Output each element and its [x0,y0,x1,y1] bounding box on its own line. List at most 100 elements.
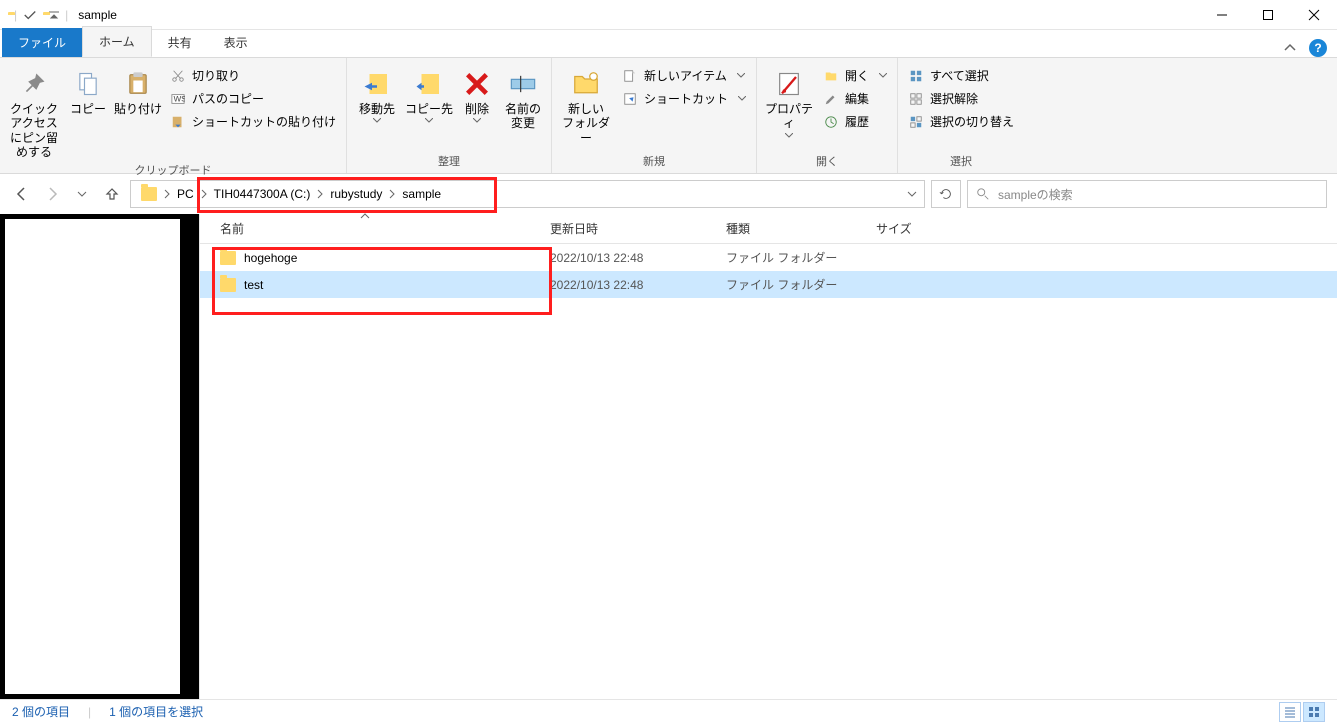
pin-icon [18,68,50,100]
move-icon [361,68,393,100]
item-name: hogehoge [244,251,297,265]
item-type: ファイル フォルダー [726,276,876,293]
copy-icon [72,68,104,100]
column-name[interactable]: 名前 [220,220,550,237]
breadcrumb-drive[interactable]: TIH0447300A (C:) [208,187,317,201]
ribbon-group-new: 新しい フォルダー 新しいアイテム ショートカット 新規 [552,58,757,173]
chevron-right-icon[interactable] [388,189,396,199]
tab-file[interactable]: ファイル [2,28,82,57]
pin-to-quick-access-button[interactable]: クイック アクセス にピン留めする [6,62,62,160]
tab-view[interactable]: 表示 [208,28,264,57]
title-bar: | | sample [0,0,1337,30]
list-item[interactable]: hogehoge 2022/10/13 22:48 ファイル フォルダー [200,244,1337,271]
ribbon-tabs: ファイル ホーム 共有 表示 ? [0,30,1337,58]
search-input[interactable]: sampleの検索 [967,180,1327,208]
refresh-button[interactable] [931,180,961,208]
search-placeholder: sampleの検索 [998,186,1073,203]
ribbon-group-organize: 移動先 コピー先 削除 名前の 変更 整理 [347,58,552,173]
path-icon: ws [170,91,186,107]
help-button[interactable]: ? [1309,39,1327,57]
tab-share[interactable]: 共有 [152,28,208,57]
group-label-new: 新規 [558,151,750,173]
folder-icon [220,278,236,292]
copy-to-icon [413,68,445,100]
minimize-button[interactable] [1199,0,1245,30]
select-all-button[interactable]: すべて選択 [904,66,1018,85]
paste-icon [122,68,154,100]
new-shortcut-button[interactable]: ショートカット [618,89,750,108]
delete-x-icon [461,68,493,100]
address-bar[interactable]: PC TIH0447300A (C:) rubystudy sample [130,180,925,208]
checkmark-icon[interactable] [23,8,37,22]
chevron-right-icon[interactable] [316,189,324,199]
chevron-right-icon[interactable] [163,189,171,199]
navigation-bar: PC TIH0447300A (C:) rubystudy sample sam… [0,174,1337,214]
sort-indicator-icon [360,212,370,220]
properties-button[interactable]: プロパティ [763,62,815,138]
new-folder-icon [570,68,602,100]
chevron-right-icon[interactable] [200,189,208,199]
back-button[interactable] [10,182,34,206]
history-button[interactable]: 履歴 [819,112,891,131]
copy-button[interactable]: コピー [66,62,110,116]
item-modified: 2022/10/13 22:48 [550,251,726,265]
open-button[interactable]: 開く [819,66,891,85]
address-history-dropdown[interactable] [900,189,924,199]
scissors-icon [170,68,186,84]
new-folder-button[interactable]: 新しい フォルダー [558,62,614,145]
invert-selection-button[interactable]: 選択の切り替え [904,112,1018,131]
list-item[interactable]: test 2022/10/13 22:48 ファイル フォルダー [200,271,1337,298]
close-button[interactable] [1291,0,1337,30]
paste-button[interactable]: 貼り付け [114,62,162,116]
maximize-button[interactable] [1245,0,1291,30]
tab-home[interactable]: ホーム [82,26,152,57]
folder-icon [220,251,236,265]
select-none-icon [908,91,924,107]
rename-button[interactable]: 名前の 変更 [501,62,545,131]
status-selected-count: 1 個の項目を選択 [109,703,203,720]
forward-button[interactable] [40,182,64,206]
shortcut-icon [622,91,638,107]
copy-path-button[interactable]: wsパスのコピー [166,89,340,108]
column-headers[interactable]: 名前 更新日時 種類 サイズ [200,214,1337,244]
chevron-up-icon[interactable] [1283,41,1297,55]
copy-label: コピー [70,102,106,116]
status-bar: 2 個の項目 | 1 個の項目を選択 [0,699,1337,723]
file-list[interactable]: 名前 更新日時 種類 サイズ hogehoge 2022/10/13 22:48… [200,214,1337,699]
thumbnails-view-button[interactable] [1303,702,1325,722]
item-type: ファイル フォルダー [726,249,876,266]
recent-dropdown[interactable] [70,182,94,206]
up-button[interactable] [100,182,124,206]
item-modified: 2022/10/13 22:48 [550,278,726,292]
select-none-button[interactable]: 選択解除 [904,89,1018,108]
breadcrumb-pc[interactable]: PC [171,187,200,201]
edit-button[interactable]: 編集 [819,89,891,108]
copy-to-button[interactable]: コピー先 [405,62,453,123]
new-item-button[interactable]: 新しいアイテム [618,66,750,85]
status-item-count: 2 個の項目 [12,703,70,720]
dropdown-icon[interactable] [49,10,59,20]
breadcrumb-folder2[interactable]: sample [396,187,447,201]
paste-label: 貼り付け [114,102,162,116]
delete-button[interactable]: 削除 [457,62,497,123]
open-icon [823,68,839,84]
column-size[interactable]: サイズ [876,220,976,237]
select-all-icon [908,68,924,84]
folder-icon [135,187,163,201]
item-name: test [244,278,263,292]
details-view-button[interactable] [1279,702,1301,722]
search-icon [976,187,990,201]
paste-shortcut-button[interactable]: ショートカットの貼り付け [166,112,340,131]
content-area: 名前 更新日時 種類 サイズ hogehoge 2022/10/13 22:48… [0,214,1337,699]
new-item-icon [622,68,638,84]
group-label-clipboard: クリップボード [6,160,340,182]
cut-button[interactable]: 切り取り [166,66,340,85]
column-modified[interactable]: 更新日時 [550,220,726,237]
move-to-button[interactable]: 移動先 [353,62,401,123]
breadcrumb-folder1[interactable]: rubystudy [324,187,388,201]
column-type[interactable]: 種類 [726,220,876,237]
navigation-pane[interactable] [0,214,200,699]
group-label-open: 開く [763,151,891,173]
group-label-organize: 整理 [353,151,545,173]
edit-icon [823,91,839,107]
